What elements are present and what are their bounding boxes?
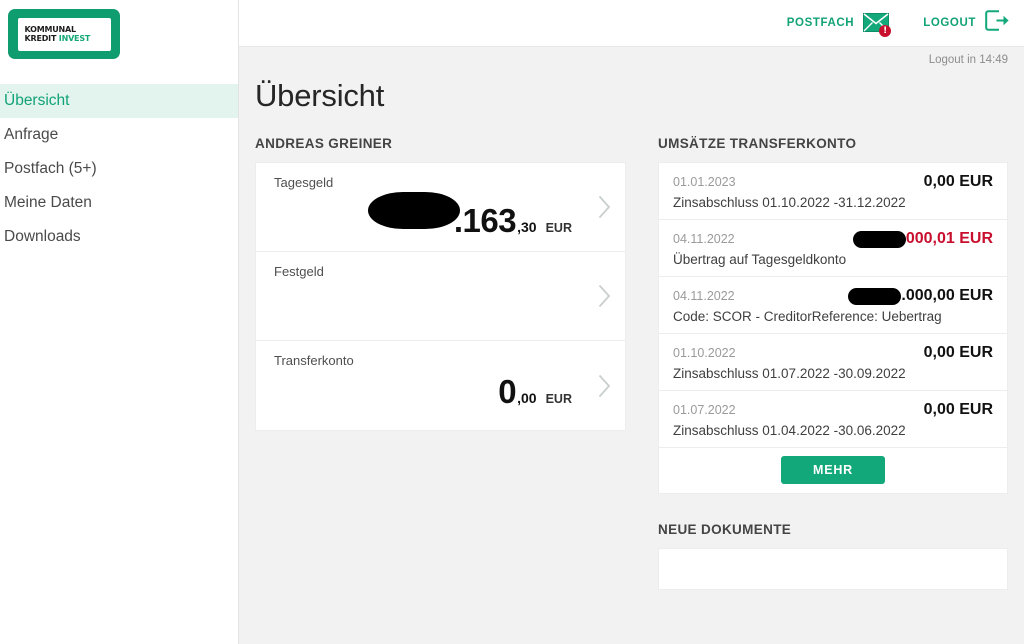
documents-section-label: NEUE DOKUMENTE [658, 522, 792, 537]
account-amount-main: .163 [453, 202, 517, 239]
account-amount-decimals: ,30 [517, 219, 537, 235]
chevron-right-icon[interactable] [598, 195, 611, 219]
account-row-tagesgeld[interactable]: Tagesgeld .163 ,30 EUR [256, 163, 625, 252]
sidebar-item-label: Meine Daten [4, 194, 92, 211]
app-root: KOMMUNAL KREDIT INVEST Übersicht Anfrage… [0, 0, 1024, 644]
transaction-header: 04.11.2022 000,01 EUR [673, 230, 993, 248]
transaction-amount-text: 0,00 EUR [923, 344, 993, 361]
transaction-header: 04.11.2022 .000,00 EUR [673, 287, 993, 305]
account-row-transferkonto[interactable]: Transferkonto 0 ,00 EUR [256, 341, 625, 430]
sidebar-item-meine-daten[interactable]: Meine Daten [0, 186, 238, 220]
table-row[interactable]: 01.10.2022 0,00 EUR Zinsabschluss 01.07.… [659, 334, 1007, 391]
logo-tile: KOMMUNAL KREDIT INVEST [8, 9, 120, 59]
accounts-column: ANDREAS GREINER Tagesgeld .163 ,30 EUR F… [255, 136, 626, 590]
page-title: Übersicht [255, 78, 385, 113]
sidebar-item-label: Postfach (5+) [4, 160, 97, 177]
logout-button[interactable]: LOGOUT [923, 10, 1010, 36]
transactions-column: UMSÄTZE TRANSFERKONTO 01.01.2023 0,00 EU… [658, 136, 1008, 590]
postfach-badge: ! [879, 25, 892, 37]
envelope-icon: ! [863, 13, 892, 37]
logo-kredit-text: KREDIT [24, 34, 59, 43]
sidebar-nav: Übersicht Anfrage Postfach (5+) Meine Da… [0, 84, 238, 254]
sidebar-item-label: Anfrage [4, 126, 59, 143]
transaction-header: 01.01.2023 0,00 EUR [673, 173, 993, 191]
sidebar-item-uebersicht[interactable]: Übersicht [0, 84, 238, 118]
transactions-card: 01.01.2023 0,00 EUR Zinsabschluss 01.10.… [658, 162, 1008, 494]
account-amount-decimals: ,00 [517, 390, 537, 406]
transaction-date: 04.11.2022 [673, 289, 735, 303]
logo-line-2: KREDIT INVEST [25, 34, 91, 43]
top-header: POSTFACH ! LOGOUT [239, 0, 1024, 47]
redaction-blob [848, 287, 902, 305]
transaction-date: 01.10.2022 [673, 346, 736, 360]
table-row[interactable]: 01.01.2023 0,00 EUR Zinsabschluss 01.10.… [659, 163, 1007, 220]
sidebar-item-label: Downloads [4, 228, 81, 245]
transaction-amount-text: 000,01 EUR [905, 230, 993, 247]
table-row[interactable]: 04.11.2022 .000,00 EUR Code: SCOR - Cred… [659, 277, 1007, 334]
transactions-section-label: UMSÄTZE TRANSFERKONTO [658, 136, 857, 151]
mehr-button[interactable]: MEHR [780, 456, 885, 484]
logo-inner-box: KOMMUNAL KREDIT INVEST [17, 17, 111, 51]
transaction-amount-text: 0,00 EUR [923, 401, 993, 418]
transaction-date: 01.07.2022 [673, 403, 736, 417]
transaction-header: 01.07.2022 0,00 EUR [673, 401, 993, 419]
account-row-festgeld[interactable]: Festgeld [256, 252, 625, 341]
session-timer-bar: Logout in 14:49 [239, 47, 1024, 73]
account-amount-currency: EUR [545, 221, 572, 235]
transactions-more-row: MEHR [659, 448, 1007, 493]
account-name: Transferkonto [274, 353, 354, 368]
account-amount-currency: EUR [545, 392, 572, 406]
logout-icon [985, 10, 1010, 36]
transaction-amount: .000,00 EUR [848, 287, 993, 305]
sidebar-item-anfrage[interactable]: Anfrage [0, 118, 238, 152]
transaction-header: 01.10.2022 0,00 EUR [673, 344, 993, 362]
logout-label: LOGOUT [923, 17, 976, 29]
transaction-description: Zinsabschluss 01.07.2022 -30.09.2022 [673, 366, 906, 381]
transaction-amount-text: .000,00 EUR [901, 287, 993, 304]
brand-logo[interactable]: KOMMUNAL KREDIT INVEST [0, 0, 238, 59]
account-name: Tagesgeld [274, 175, 334, 190]
account-amount: 0 ,00 EUR [498, 373, 572, 411]
transaction-amount: 0,00 EUR [924, 401, 993, 419]
transaction-description: Zinsabschluss 01.10.2022 -31.12.2022 [673, 195, 906, 210]
table-row[interactable]: 01.07.2022 0,00 EUR Zinsabschluss 01.04.… [659, 391, 1007, 448]
account-name: Festgeld [274, 264, 324, 279]
postfach-label: POSTFACH [786, 17, 855, 29]
sidebar: KOMMUNAL KREDIT INVEST Übersicht Anfrage… [0, 0, 239, 644]
accounts-section-label: ANDREAS GREINER [255, 136, 393, 151]
chevron-right-icon[interactable] [598, 374, 611, 398]
content-columns: ANDREAS GREINER Tagesgeld .163 ,30 EUR F… [255, 136, 1008, 590]
account-amount: .163 ,30 EUR [367, 192, 572, 240]
logo-invest-text: INVEST [58, 34, 91, 43]
chevron-right-icon[interactable] [598, 284, 611, 308]
accounts-card: Tagesgeld .163 ,30 EUR Festgeld Transfer… [255, 162, 626, 431]
sidebar-item-downloads[interactable]: Downloads [0, 220, 238, 254]
transaction-amount: 000,01 EUR [852, 230, 993, 248]
transaction-amount-text: 0,00 EUR [923, 173, 993, 190]
documents-section: NEUE DOKUMENTE [658, 522, 1008, 590]
table-row[interactable]: 04.11.2022 000,01 EUR Übertrag auf Tages… [659, 220, 1007, 277]
sidebar-item-label: Übersicht [4, 92, 70, 109]
account-amount-main: 0 [498, 373, 517, 410]
main-area: POSTFACH ! LOGOUT Logout in 14:49 Übersi… [239, 0, 1024, 644]
documents-card[interactable] [658, 548, 1008, 590]
session-timer: Logout in 14:49 [928, 54, 1008, 66]
transaction-amount: 0,00 EUR [924, 344, 993, 362]
logo-line-1: KOMMUNAL [24, 25, 77, 34]
transaction-description: Zinsabschluss 01.04.2022 -30.06.2022 [673, 423, 906, 438]
transaction-date: 01.01.2023 [673, 175, 736, 189]
transaction-description: Code: SCOR - CreditorReference: Uebertra… [673, 309, 942, 324]
transaction-date: 04.11.2022 [673, 232, 735, 246]
postfach-button[interactable]: POSTFACH ! [786, 13, 892, 37]
sidebar-item-postfach[interactable]: Postfach (5+) [0, 152, 238, 186]
redaction-blob [367, 192, 460, 229]
redaction-blob [852, 230, 906, 248]
transaction-amount: 0,00 EUR [924, 173, 993, 191]
transaction-description: Übertrag auf Tagesgeldkonto [673, 252, 847, 267]
page-content: Übersicht ANDREAS GREINER Tagesgeld .163… [239, 78, 1024, 590]
